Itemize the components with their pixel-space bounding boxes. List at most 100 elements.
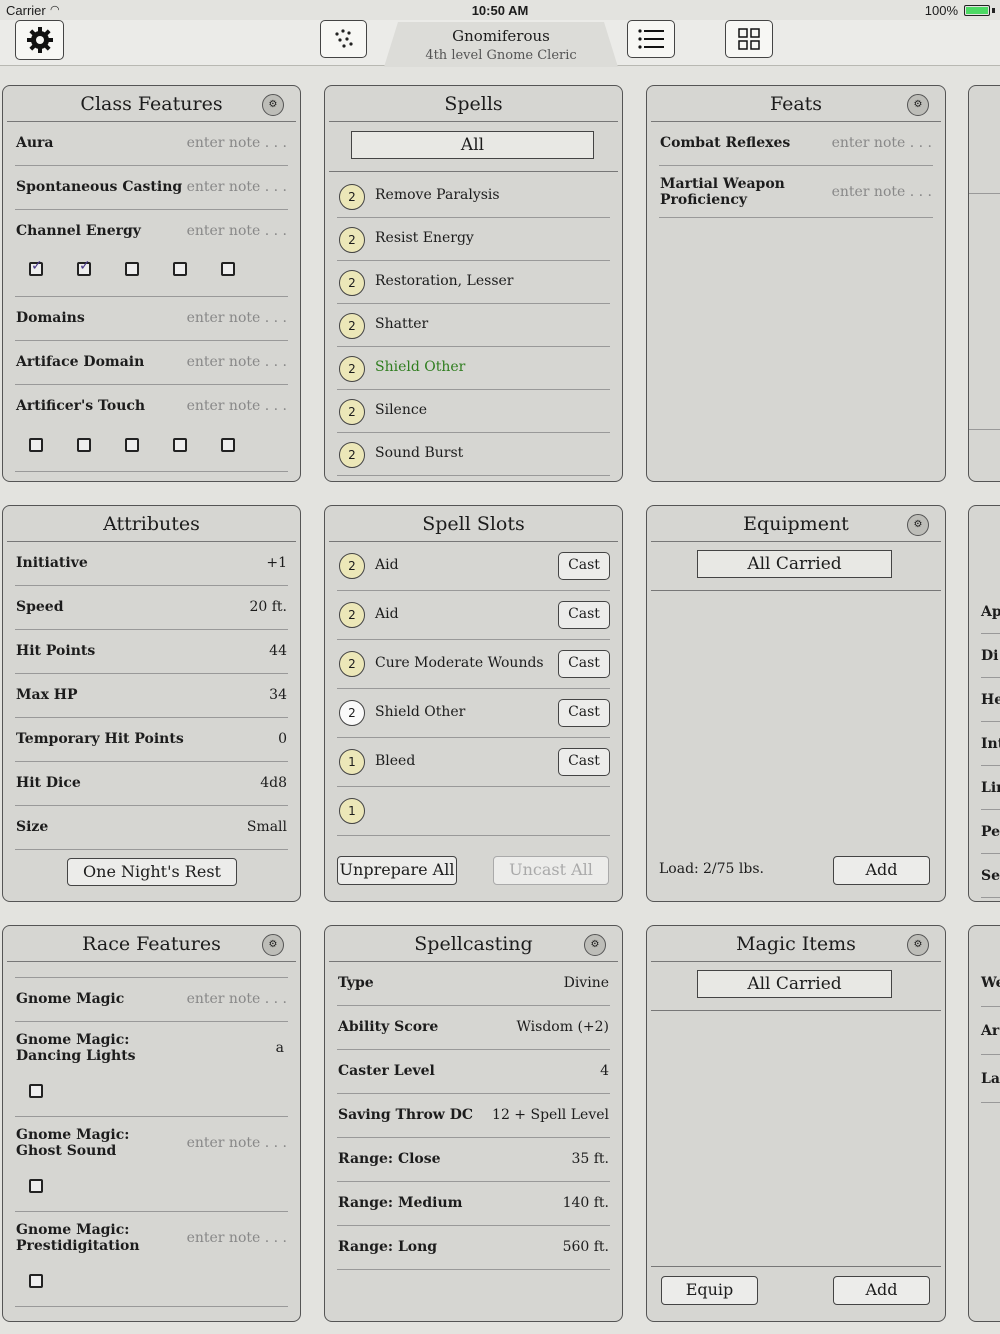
load-label: Load:: [659, 861, 699, 877]
gear-icon[interactable]: ⚙: [262, 94, 284, 116]
partial-row[interactable]: He: [981, 692, 1000, 708]
attribute-row[interactable]: Hit Dice 4d8: [15, 762, 288, 806]
use-checkbox[interactable]: [29, 438, 43, 452]
race-features-panel: Race Features ⚙ Gnome Magic enter note . …: [2, 925, 301, 1322]
gear-icon[interactable]: ⚙: [907, 934, 929, 956]
magic-items-filter[interactable]: All Carried: [697, 970, 892, 998]
use-checkbox[interactable]: [221, 262, 235, 276]
cast-button[interactable]: Cast: [558, 552, 610, 580]
add-equipment-button[interactable]: Add: [833, 856, 930, 885]
attribute-value: 0: [278, 731, 287, 747]
spellcasting-value: 35 ft.: [571, 1151, 609, 1167]
rest-button[interactable]: One Night's Rest: [67, 858, 237, 886]
equip-button[interactable]: Equip: [661, 1276, 758, 1305]
partial-row[interactable]: Di: [981, 648, 998, 664]
spell-name: Resist Energy: [375, 230, 474, 246]
spell-level-badge: 1: [339, 798, 365, 824]
spell-slot-row[interactable]: 2 Aid Cast: [337, 591, 610, 640]
panel-title: Spellcasting: [414, 933, 533, 955]
unprepare-all-button[interactable]: Unprepare All: [337, 856, 457, 885]
dice-icon: [334, 29, 353, 48]
spell-name: Remove Paralysis: [375, 187, 500, 203]
attribute-row[interactable]: Speed 20 ft.: [15, 586, 288, 630]
spell-slot-row[interactable]: 2 Aid Cast: [337, 542, 610, 591]
character-title-tab[interactable]: Gnomiferous 4th level Gnome Cleric: [384, 22, 618, 67]
partial-row[interactable]: Ar: [981, 1023, 999, 1039]
spell-slots-panel: Spell Slots 2 Aid Cast 2 Aid Cast 2 Cure Modera…: [324, 505, 623, 902]
spell-slot-row[interactable]: 2 Shield Other Cast: [337, 689, 610, 738]
panel-title: Equipment: [743, 513, 849, 535]
class-feature-row[interactable]: Artificer's Touch enter note . . .: [15, 385, 288, 472]
spellcasting-label: Ability Score: [338, 1019, 439, 1035]
settings-button[interactable]: [15, 20, 64, 60]
partial-row[interactable]: Ap: [981, 604, 1000, 620]
dice-button[interactable]: [320, 20, 367, 58]
use-checkbox[interactable]: [29, 1084, 43, 1098]
use-checkbox[interactable]: [173, 438, 187, 452]
partial-row[interactable]: Per: [981, 824, 1000, 840]
uncast-all-button[interactable]: Uncast All: [493, 856, 609, 885]
spell-slot-row[interactable]: 1: [337, 787, 610, 836]
spell-level-badge: 2: [339, 313, 365, 339]
attribute-row[interactable]: Temporary Hit Points 0: [15, 718, 288, 762]
class-feature-row[interactable]: Domains enter note . . .: [15, 297, 288, 341]
use-checkbox[interactable]: [77, 258, 91, 276]
gear-icon[interactable]: ⚙: [584, 934, 606, 956]
partial-row[interactable]: La: [981, 1071, 1000, 1087]
race-feature-row[interactable]: Gnome Magic: Ghost Sound enter note . . …: [15, 1117, 288, 1212]
class-feature-row[interactable]: Artiface Domain enter note . . .: [15, 341, 288, 385]
spell-row[interactable]: 2 Shatter: [337, 304, 610, 347]
attribute-row[interactable]: Hit Points 44: [15, 630, 288, 674]
spell-level-badge: 1: [339, 749, 365, 775]
use-checkbox[interactable]: [125, 262, 139, 276]
cast-button[interactable]: Cast: [558, 650, 610, 678]
spell-level-badge: 2: [339, 553, 365, 579]
race-feature-row[interactable]: Gnome Magic enter note . . .: [15, 978, 288, 1022]
spell-row[interactable]: 2 Remove Paralysis: [337, 184, 610, 218]
use-checkbox[interactable]: [221, 438, 235, 452]
spell-slot-row[interactable]: 2 Cure Moderate Wounds Cast: [337, 640, 610, 689]
grid-button[interactable]: [725, 20, 773, 58]
spell-slot-row[interactable]: 1 Bleed Cast: [337, 738, 610, 787]
list-button[interactable]: [627, 20, 675, 58]
partial-row[interactable]: We: [981, 975, 1000, 991]
spell-row[interactable]: 2 Resist Energy: [337, 218, 610, 261]
partial-row[interactable]: Int: [981, 736, 1000, 752]
use-checkbox[interactable]: [29, 1274, 43, 1288]
gear-icon[interactable]: ⚙: [262, 934, 284, 956]
class-feature-row[interactable]: Channel Energy enter note . . .: [15, 210, 288, 297]
use-checkbox[interactable]: [29, 258, 43, 276]
spell-row[interactable]: 2 Restoration, Lesser: [337, 261, 610, 304]
use-checkbox[interactable]: [77, 438, 91, 452]
cast-button[interactable]: Cast: [558, 748, 610, 776]
spell-filter[interactable]: All: [351, 131, 594, 159]
spell-row[interactable]: 2 Shield Other: [337, 347, 610, 390]
equipment-filter[interactable]: All Carried: [697, 550, 892, 578]
feat-row[interactable]: Combat Reflexes enter note . . .: [659, 122, 933, 166]
attribute-row[interactable]: Initiative +1: [15, 542, 288, 586]
partial-row[interactable]: Lir: [981, 780, 1000, 796]
spell-row[interactable]: 2 Sound Burst: [337, 433, 610, 476]
spellcasting-panel: Spellcasting ⚙ Type Divine Ability Score Wis…: [324, 925, 623, 1322]
use-checkbox[interactable]: [125, 438, 139, 452]
attribute-label: Speed: [16, 599, 64, 615]
attribute-value: 34: [269, 687, 287, 703]
partial-row[interactable]: Ser: [981, 868, 1000, 884]
race-feature-row[interactable]: Gnome Magic: Dancing Lights a: [15, 1022, 288, 1117]
spell-row[interactable]: 2 Silence: [337, 390, 610, 433]
add-magic-item-button[interactable]: Add: [833, 1276, 930, 1305]
use-checkbox[interactable]: [29, 1179, 43, 1193]
feat-row[interactable]: Martial Weapon Proficiency enter note . …: [659, 166, 933, 218]
class-feature-row[interactable]: Spontaneous Casting enter note . . .: [15, 166, 288, 210]
spellcasting-label: Range: Medium: [338, 1195, 463, 1211]
attribute-row[interactable]: Max HP 34: [15, 674, 288, 718]
use-checkbox[interactable]: [173, 262, 187, 276]
gear-icon[interactable]: ⚙: [907, 514, 929, 536]
cast-button[interactable]: Cast: [558, 601, 610, 629]
attribute-value: 44: [269, 643, 287, 659]
class-feature-row[interactable]: Aura enter note . . .: [15, 122, 288, 166]
attribute-row[interactable]: Size Small: [15, 806, 288, 850]
cast-button[interactable]: Cast: [558, 699, 610, 727]
gear-icon[interactable]: ⚙: [907, 94, 929, 116]
race-feature-row[interactable]: Gnome Magic: Prestidigitation enter note…: [15, 1212, 288, 1307]
